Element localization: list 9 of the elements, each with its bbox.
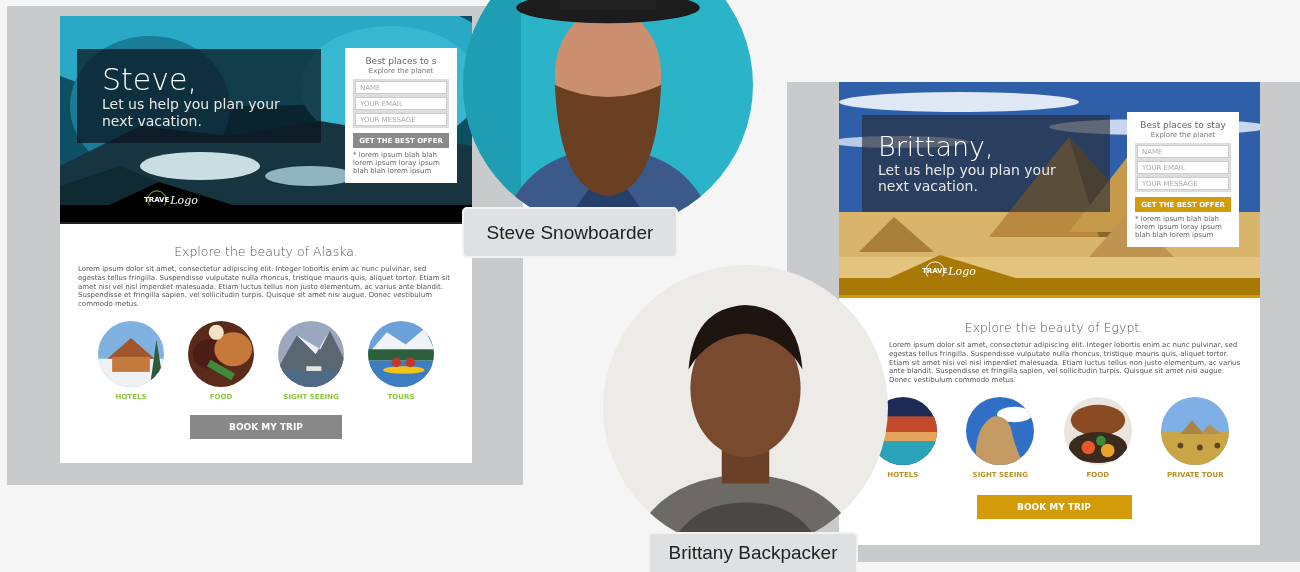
section-heading: Explore the beauty of Alaska. — [174, 244, 358, 259]
book-button[interactable]: BOOK MY TRIP — [976, 494, 1132, 519]
persona-label: Steve Snowboarder — [462, 207, 678, 258]
book-button[interactable]: BOOK MY TRIP — [190, 414, 342, 439]
logo-text: Logo — [170, 193, 198, 207]
form-title: Best places to s — [365, 56, 437, 66]
greeting-text: Steve, — [102, 62, 198, 96]
tagline-text: Let us help you plan your next vacation. — [102, 95, 281, 130]
section-heading: Explore the beauty of Egypt. — [964, 320, 1144, 335]
